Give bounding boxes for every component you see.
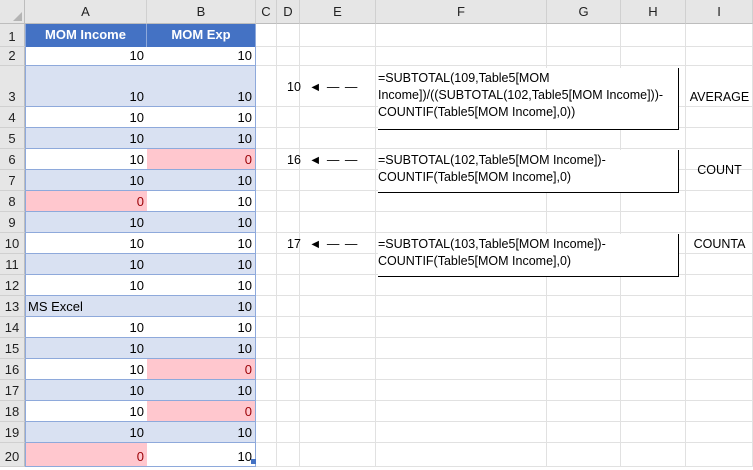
row-header-3[interactable]: 3 <box>0 66 25 107</box>
row-header-9[interactable]: 9 <box>0 212 25 233</box>
row-header-19[interactable]: 19 <box>0 422 25 443</box>
table-cell-a16[interactable]: 10 <box>25 359 147 380</box>
table-cell-a4[interactable]: 10 <box>25 107 147 128</box>
formula-text-2: =SUBTOTAL(103,Table5[MOM Income])- COUNT… <box>378 234 679 277</box>
table-cell-b12[interactable]: 10 <box>147 275 256 296</box>
table-cell-b20[interactable]: 10 <box>147 443 256 467</box>
table-cell-b5[interactable]: 10 <box>147 128 256 149</box>
table-cell-a18[interactable]: 10 <box>25 401 147 422</box>
gridline-horizontal <box>256 442 753 443</box>
dashed-arrow-0: ◄ — — <box>309 80 359 94</box>
gridline-horizontal <box>256 232 753 233</box>
table-cell-b10[interactable]: 10 <box>147 233 256 254</box>
column-header-f[interactable]: F <box>376 0 547 24</box>
row-header-4[interactable]: 4 <box>0 107 25 128</box>
table-cell-b16[interactable]: 0 <box>147 359 256 380</box>
table-cell-b14[interactable]: 10 <box>147 317 256 338</box>
row-header-16[interactable]: 16 <box>0 359 25 380</box>
gridline-horizontal <box>256 358 753 359</box>
table-cell-b11[interactable]: 10 <box>147 254 256 275</box>
column-header-a[interactable]: A <box>25 0 147 24</box>
table-cell-a11[interactable]: 10 <box>25 254 147 275</box>
table-cell-b4[interactable]: 10 <box>147 107 256 128</box>
table-cell-b19[interactable]: 10 <box>147 422 256 443</box>
table-cell-b13[interactable]: 10 <box>147 296 256 317</box>
table-cell-b17[interactable]: 10 <box>147 380 256 401</box>
table-cell-a19[interactable]: 10 <box>25 422 147 443</box>
table-cell-a5[interactable]: 10 <box>25 128 147 149</box>
table-header-mom-income[interactable]: MOM Income <box>25 24 147 47</box>
gridline-horizontal <box>256 295 753 296</box>
row-header-12[interactable]: 12 <box>0 275 25 296</box>
table-cell-a9[interactable]: 10 <box>25 212 147 233</box>
row-header-1[interactable]: 1 <box>0 24 25 47</box>
table-header-mom-exp[interactable]: MOM Exp <box>147 24 256 47</box>
table-cell-a7[interactable]: 10 <box>25 170 147 191</box>
select-all-corner[interactable] <box>0 0 25 24</box>
column-header-g[interactable]: G <box>547 0 621 24</box>
row-header-8[interactable]: 8 <box>0 191 25 212</box>
row-header-6[interactable]: 6 <box>0 149 25 170</box>
column-header-c[interactable]: C <box>256 0 277 24</box>
row-header-10[interactable]: 10 <box>0 233 25 254</box>
table-cell-a13[interactable]: MS Excel <box>25 296 147 317</box>
gridline-horizontal <box>256 211 753 212</box>
gridline-horizontal <box>256 379 753 380</box>
table-cell-a8[interactable]: 0 <box>25 191 147 212</box>
table-cell-a6[interactable]: 10 <box>25 149 147 170</box>
row-header-14[interactable]: 14 <box>0 317 25 338</box>
gridline-horizontal <box>256 316 753 317</box>
row-header-5[interactable]: 5 <box>0 128 25 149</box>
column-header-e[interactable]: E <box>300 0 376 24</box>
formula-result-1: 16 <box>287 153 301 167</box>
table-cell-b15[interactable]: 10 <box>147 338 256 359</box>
table-cell-b18[interactable]: 0 <box>147 401 256 422</box>
gridline-horizontal <box>256 337 753 338</box>
row-header-11[interactable]: 11 <box>0 254 25 275</box>
table-cell-a14[interactable]: 10 <box>25 317 147 338</box>
dashed-arrow-1: ◄ — — <box>309 153 359 167</box>
table-cell-b7[interactable]: 10 <box>147 170 256 191</box>
column-header-d[interactable]: D <box>277 0 300 24</box>
row-header-13[interactable]: 13 <box>0 296 25 317</box>
table-cell-a17[interactable]: 10 <box>25 380 147 401</box>
gridline-horizontal <box>256 421 753 422</box>
formula-label-0: AVERAGE <box>689 90 750 104</box>
column-header-b[interactable]: B <box>147 0 256 24</box>
table-cell-b3[interactable]: 10 <box>147 66 256 107</box>
row-header-2[interactable]: 2 <box>0 47 25 66</box>
row-header-20[interactable]: 20 <box>0 443 25 467</box>
column-header-i[interactable]: I <box>686 0 753 24</box>
table-cell-a20[interactable]: 0 <box>25 443 147 467</box>
formula-label-1: COUNT <box>697 163 742 177</box>
table-resize-handle[interactable] <box>251 459 256 464</box>
row-header-15[interactable]: 15 <box>0 338 25 359</box>
gridline-horizontal <box>256 400 753 401</box>
row-header-7[interactable]: 7 <box>0 170 25 191</box>
dashed-arrow-2: ◄ — — <box>309 237 359 251</box>
formula-text-1: =SUBTOTAL(102,Table5[MOM Income])- COUNT… <box>378 150 679 193</box>
row-header-17[interactable]: 17 <box>0 380 25 401</box>
formula-result-0: 10 <box>287 80 301 94</box>
table-cell-a12[interactable]: 10 <box>25 275 147 296</box>
gridline-horizontal <box>256 65 753 66</box>
gridline-horizontal <box>256 46 753 47</box>
table-cell-a10[interactable]: 10 <box>25 233 147 254</box>
table-cell-a2[interactable]: 10 <box>25 47 147 66</box>
formula-result-2: 17 <box>287 237 301 251</box>
table-cell-a3[interactable]: 10 <box>25 66 147 107</box>
column-header-h[interactable]: H <box>621 0 686 24</box>
table-cell-b9[interactable]: 10 <box>147 212 256 233</box>
formula-text-0: =SUBTOTAL(109,Table5[MOM Income])/((SUBT… <box>378 68 679 130</box>
gridline-horizontal <box>256 148 753 149</box>
table-cell-b6[interactable]: 0 <box>147 149 256 170</box>
table-cell-b2[interactable]: 10 <box>147 47 256 66</box>
table-border-left <box>25 24 26 467</box>
table-cell-a15[interactable]: 10 <box>25 338 147 359</box>
table-cell-b8[interactable]: 10 <box>147 191 256 212</box>
row-header-18[interactable]: 18 <box>0 401 25 422</box>
formula-label-2: COUNTA <box>693 237 746 251</box>
